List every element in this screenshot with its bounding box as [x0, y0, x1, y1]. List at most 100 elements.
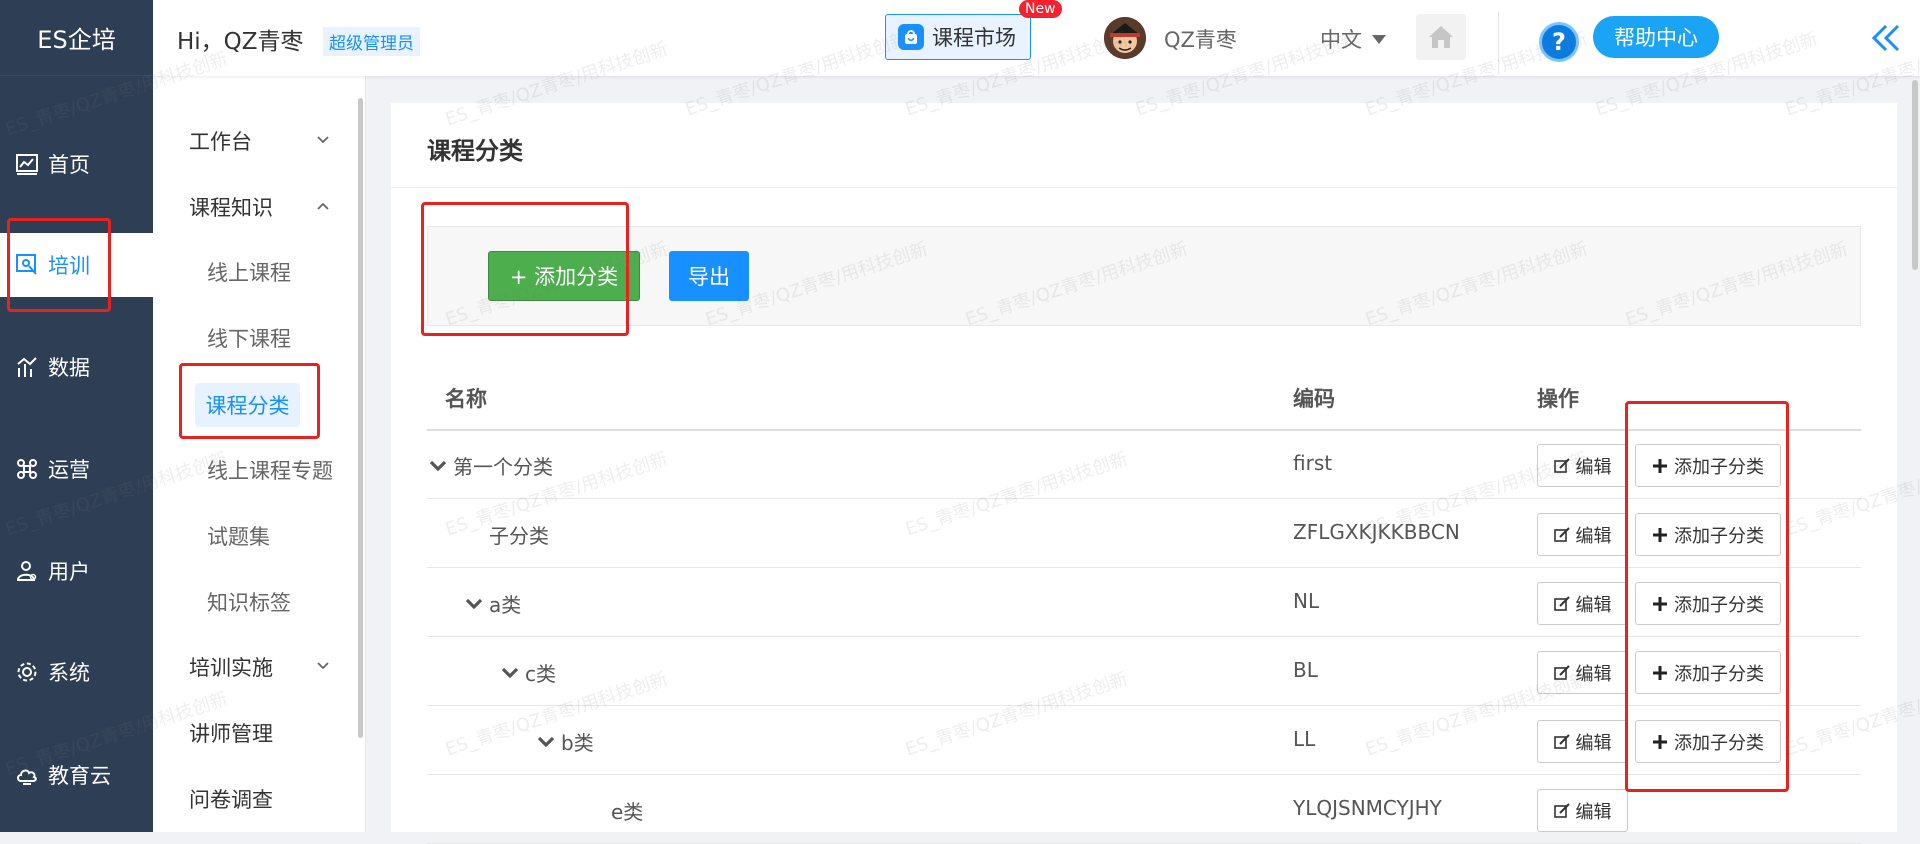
edit-button[interactable]: 编辑 — [1537, 651, 1628, 694]
edit-button[interactable]: 编辑 — [1537, 582, 1628, 625]
menu-group-label: 培训实施 — [189, 656, 273, 680]
plus-icon — [1653, 458, 1667, 473]
add-child-label: 添加子分类 — [1674, 525, 1764, 547]
column-header-name: 名称 — [445, 387, 487, 411]
page-scrollbar[interactable] — [1912, 80, 1918, 270]
operate-icon — [14, 456, 40, 482]
caret-down-icon[interactable] — [465, 597, 483, 611]
data-icon — [14, 354, 40, 380]
export-button[interactable]: 导出 — [669, 251, 749, 301]
collapse-double-chevron-icon[interactable] — [1868, 20, 1904, 56]
chevron-down-icon — [317, 662, 329, 670]
user-icon — [14, 558, 40, 584]
chevron-up-icon — [317, 202, 329, 210]
menu-item-online-course-topic[interactable]: 线上课程专题 — [153, 448, 353, 492]
cloud-icon — [14, 762, 40, 788]
category-name: 第一个分类 — [453, 455, 553, 479]
gear-icon — [14, 659, 40, 685]
category-name-cell: b类 — [537, 727, 594, 756]
role-badge: 超级管理员 — [323, 27, 420, 56]
add-child-label: 添加子分类 — [1674, 663, 1764, 685]
top-header: Hi，QZ青枣 超级管理员 课程市场 New QZ青枣 中文 ? 帮助中心 — [153, 0, 1920, 76]
header-divider — [1498, 12, 1499, 62]
category-name: e类 — [611, 800, 644, 824]
nav-item-label: 系统 — [48, 661, 90, 685]
edit-icon — [1553, 802, 1570, 818]
edit-button[interactable]: 编辑 — [1537, 513, 1628, 556]
menu-group-workbench[interactable]: 工作台 — [153, 116, 353, 166]
add-child-category-button[interactable]: 添加子分类 — [1635, 444, 1781, 487]
language-select[interactable]: 中文 — [1320, 24, 1386, 54]
table-header: 名称 编码 操作 — [427, 363, 1861, 431]
help-center-button[interactable]: 帮助中心 — [1593, 16, 1719, 58]
nav-item-home[interactable]: 首页 — [0, 132, 153, 196]
edit-button[interactable]: 编辑 — [1537, 720, 1628, 763]
nav-item-training[interactable]: 培训 — [0, 233, 153, 297]
add-child-category-button[interactable]: 添加子分类 — [1635, 651, 1781, 694]
menu-item-course-category[interactable]: 课程分类 — [195, 383, 300, 427]
nav-item-operate[interactable]: 运营 — [0, 437, 153, 501]
chart-icon — [14, 151, 40, 177]
category-code: NL — [1293, 589, 1320, 613]
category-code: LL — [1293, 727, 1316, 751]
nav-item-label: 运营 — [48, 458, 90, 482]
nav-item-user[interactable]: 用户 — [0, 539, 153, 603]
plus-icon — [1653, 596, 1667, 611]
caret-down-icon[interactable] — [537, 735, 555, 749]
submenu-scrollbar[interactable] — [358, 98, 363, 738]
edit-label: 编辑 — [1575, 801, 1612, 823]
menu-group-lecturer-management[interactable]: 讲师管理 — [153, 708, 353, 758]
menu-item-online-course[interactable]: 线上课程 — [153, 250, 353, 294]
menu-group-label: 工作台 — [189, 130, 252, 154]
username[interactable]: QZ青枣 — [1164, 24, 1237, 54]
menu-item-offline-course[interactable]: 线下课程 — [153, 316, 353, 360]
category-name: b类 — [561, 731, 594, 755]
caret-down-icon[interactable] — [501, 666, 519, 680]
nav-item-cloud[interactable]: 教育云 — [0, 743, 153, 807]
edit-button[interactable]: 编辑 — [1537, 789, 1628, 832]
edit-button[interactable]: 编辑 — [1537, 444, 1628, 487]
nav-item-data[interactable]: 数据 — [0, 335, 153, 399]
menu-item-knowledge-tag[interactable]: 知识标签 — [153, 580, 353, 624]
training-icon — [14, 252, 40, 278]
content-card: 课程分类 + 添加分类 导出 名称 编码 操作 第一个分类 first 编辑 添加子分… — [391, 103, 1897, 844]
nav-item-label: 数据 — [48, 356, 90, 380]
caret-down-icon[interactable] — [429, 459, 447, 473]
edit-label: 编辑 — [1575, 663, 1612, 685]
category-name: a类 — [489, 593, 522, 617]
avatar[interactable] — [1104, 17, 1146, 59]
sub-menu: 工作台 课程知识 线上课程 线下课程 课程分类 线上课程专题 试题集 知识标签 … — [153, 76, 366, 832]
home-button[interactable] — [1416, 14, 1466, 60]
menu-group-training-implementation[interactable]: 培训实施 — [153, 642, 353, 692]
help-question-icon[interactable]: ? — [1539, 22, 1579, 62]
add-child-category-button[interactable]: 添加子分类 — [1635, 582, 1781, 625]
add-child-label: 添加子分类 — [1674, 456, 1764, 478]
plus-icon — [1653, 665, 1667, 680]
add-child-category-button[interactable]: 添加子分类 — [1635, 513, 1781, 556]
main-nav: ES企培 首页 培训 数据 运营 用户 系统 教育云 — [0, 0, 153, 832]
menu-group-course-knowledge[interactable]: 课程知识 — [153, 182, 353, 232]
column-header-action: 操作 — [1537, 387, 1579, 411]
home-icon — [1429, 26, 1453, 48]
menu-group-survey[interactable]: 问卷调查 — [153, 774, 353, 824]
add-child-category-button[interactable]: 添加子分类 — [1635, 720, 1781, 763]
plus-icon — [1653, 734, 1667, 749]
category-name: c类 — [525, 662, 556, 686]
nav-item-system[interactable]: 系统 — [0, 640, 153, 704]
nav-item-label: 培训 — [48, 254, 90, 278]
category-code: BL — [1293, 658, 1318, 682]
plus-icon — [1653, 527, 1667, 542]
menu-item-question-set[interactable]: 试题集 — [153, 514, 353, 558]
toolbar: + 添加分类 导出 — [427, 226, 1861, 326]
title-divider — [391, 187, 1897, 188]
edit-label: 编辑 — [1575, 594, 1612, 616]
add-category-button[interactable]: + 添加分类 — [488, 251, 640, 301]
caret-down-icon — [1372, 34, 1386, 44]
add-child-label: 添加子分类 — [1674, 594, 1764, 616]
edit-icon — [1553, 457, 1570, 473]
brand-logo: ES企培 — [0, 0, 153, 76]
course-market-button[interactable]: 课程市场 — [885, 14, 1031, 60]
menu-group-label: 问卷调查 — [189, 788, 273, 812]
table-row: a类 NL 编辑 添加子分类 — [427, 569, 1861, 637]
category-code: first — [1293, 451, 1333, 475]
